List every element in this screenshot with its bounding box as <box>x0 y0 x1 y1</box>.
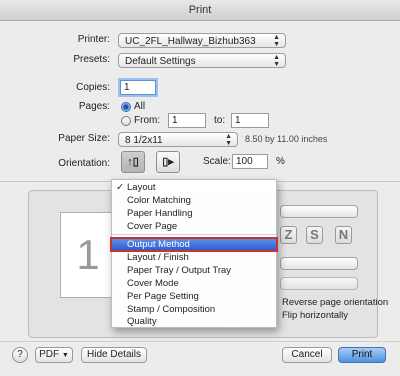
menu-item-label: Per Page Setting <box>127 291 199 302</box>
orientation-label: Orientation: <box>58 158 110 169</box>
scale-label: Scale: <box>203 156 231 167</box>
paper-size-hint: 8.50 by 11.00 inches <box>245 134 328 144</box>
layout-direction-n-button[interactable]: N <box>335 226 352 244</box>
menu-item-label: Color Matching <box>127 195 191 206</box>
menu-item-label: Layout / Finish <box>127 252 189 263</box>
scale-input[interactable]: 100 <box>232 154 268 169</box>
popup-arrows-icon: ▲ ▼ <box>273 54 280 68</box>
menu-item-label: Paper Handling <box>127 208 193 219</box>
menu-item-cover-page[interactable]: Cover Page <box>112 221 276 232</box>
footer-divider <box>0 341 400 342</box>
portrait-orientation-button[interactable]: ↑▯ <box>121 151 145 173</box>
popup-arrows-icon: ▲ ▼ <box>225 133 232 147</box>
menu-item-output-method[interactable]: Output Method <box>110 237 278 252</box>
pages-all-label: All <box>134 101 146 112</box>
menu-item-per-page-setting[interactable]: Per Page Setting <box>112 291 276 302</box>
cancel-button[interactable]: Cancel <box>282 347 332 363</box>
printer-popup[interactable]: UC_2FL_Hallway_Bizhub363 ▲ ▼ <box>118 33 286 48</box>
menu-separator <box>112 234 276 235</box>
presets-label: Presets: <box>73 54 110 65</box>
layout-direction-s-button[interactable]: S <box>306 226 323 244</box>
page-preview: 1 <box>60 212 116 298</box>
window-title: Print <box>0 0 400 21</box>
menu-item-label: Cover Mode <box>127 278 179 289</box>
paper-size-value: 8 1/2x11 <box>125 135 163 146</box>
menu-item-cover-mode[interactable]: Cover Mode <box>112 278 276 289</box>
scale-unit: % <box>276 156 285 167</box>
popup-arrows-icon: ▲ ▼ <box>273 34 280 48</box>
print-options-menu: ✓ Layout Color Matching Paper Handling C… <box>110 179 278 328</box>
printer-value: UC_2FL_Hallway_Bizhub363 <box>125 36 256 47</box>
copies-label: Copies: <box>76 82 110 93</box>
menu-item-paper-tray[interactable]: Paper Tray / Output Tray <box>112 265 276 276</box>
menu-item-quality[interactable]: Quality <box>112 316 276 327</box>
pages-from-label: From: <box>134 115 161 126</box>
pages-from-input[interactable]: 1 <box>168 113 206 128</box>
pages-to-input[interactable]: 1 <box>231 113 269 128</box>
reverse-orientation-label: Reverse page orientation <box>282 297 389 308</box>
menu-item-label: Layout <box>127 182 156 193</box>
menu-item-layout-finish[interactable]: Layout / Finish <box>112 252 276 263</box>
pages-all-radio[interactable] <box>121 102 131 112</box>
help-button[interactable]: ? <box>12 347 28 363</box>
menu-item-stamp-composition[interactable]: Stamp / Composition <box>112 304 276 315</box>
menu-item-label: Stamp / Composition <box>127 304 216 315</box>
copies-input[interactable]: 1 <box>120 80 156 95</box>
menu-item-label: Cover Page <box>127 221 178 232</box>
pages-to-label: to: <box>214 115 226 126</box>
pdf-button[interactable]: PDF ▼ <box>35 347 73 363</box>
border-popup[interactable] <box>280 257 358 270</box>
menu-item-label: Output Method <box>127 239 190 250</box>
hide-details-button[interactable]: Hide Details <box>81 347 147 363</box>
pages-per-sheet-popup[interactable] <box>280 205 358 218</box>
menu-item-paper-handling[interactable]: Paper Handling <box>112 208 276 219</box>
pages-from-radio[interactable] <box>121 116 131 126</box>
print-button[interactable]: Print <box>338 347 386 363</box>
layout-direction-z-button[interactable]: Z <box>280 226 297 244</box>
pdf-button-label: PDF <box>39 349 60 360</box>
two-sided-popup[interactable] <box>280 277 358 290</box>
flip-horizontally-label: Flip horizontally <box>282 310 348 321</box>
paper-size-popup[interactable]: 8 1/2x11 ▲ ▼ <box>118 132 238 147</box>
menu-item-layout[interactable]: ✓ Layout <box>112 182 276 193</box>
printer-label: Printer: <box>77 34 110 45</box>
menu-item-label: Paper Tray / Output Tray <box>127 265 232 276</box>
checkmark-icon: ✓ <box>116 182 124 193</box>
presets-popup[interactable]: Default Settings ▲ ▼ <box>118 53 286 68</box>
menu-item-color-matching[interactable]: Color Matching <box>112 195 276 206</box>
menu-item-label: Quality <box>127 316 157 327</box>
paper-size-label: Paper Size: <box>58 133 110 144</box>
pages-label: Pages: <box>78 101 110 112</box>
landscape-orientation-button[interactable]: ▯▸ <box>156 151 180 173</box>
chevron-down-icon: ▼ <box>61 352 69 359</box>
presets-value: Default Settings <box>125 56 196 67</box>
